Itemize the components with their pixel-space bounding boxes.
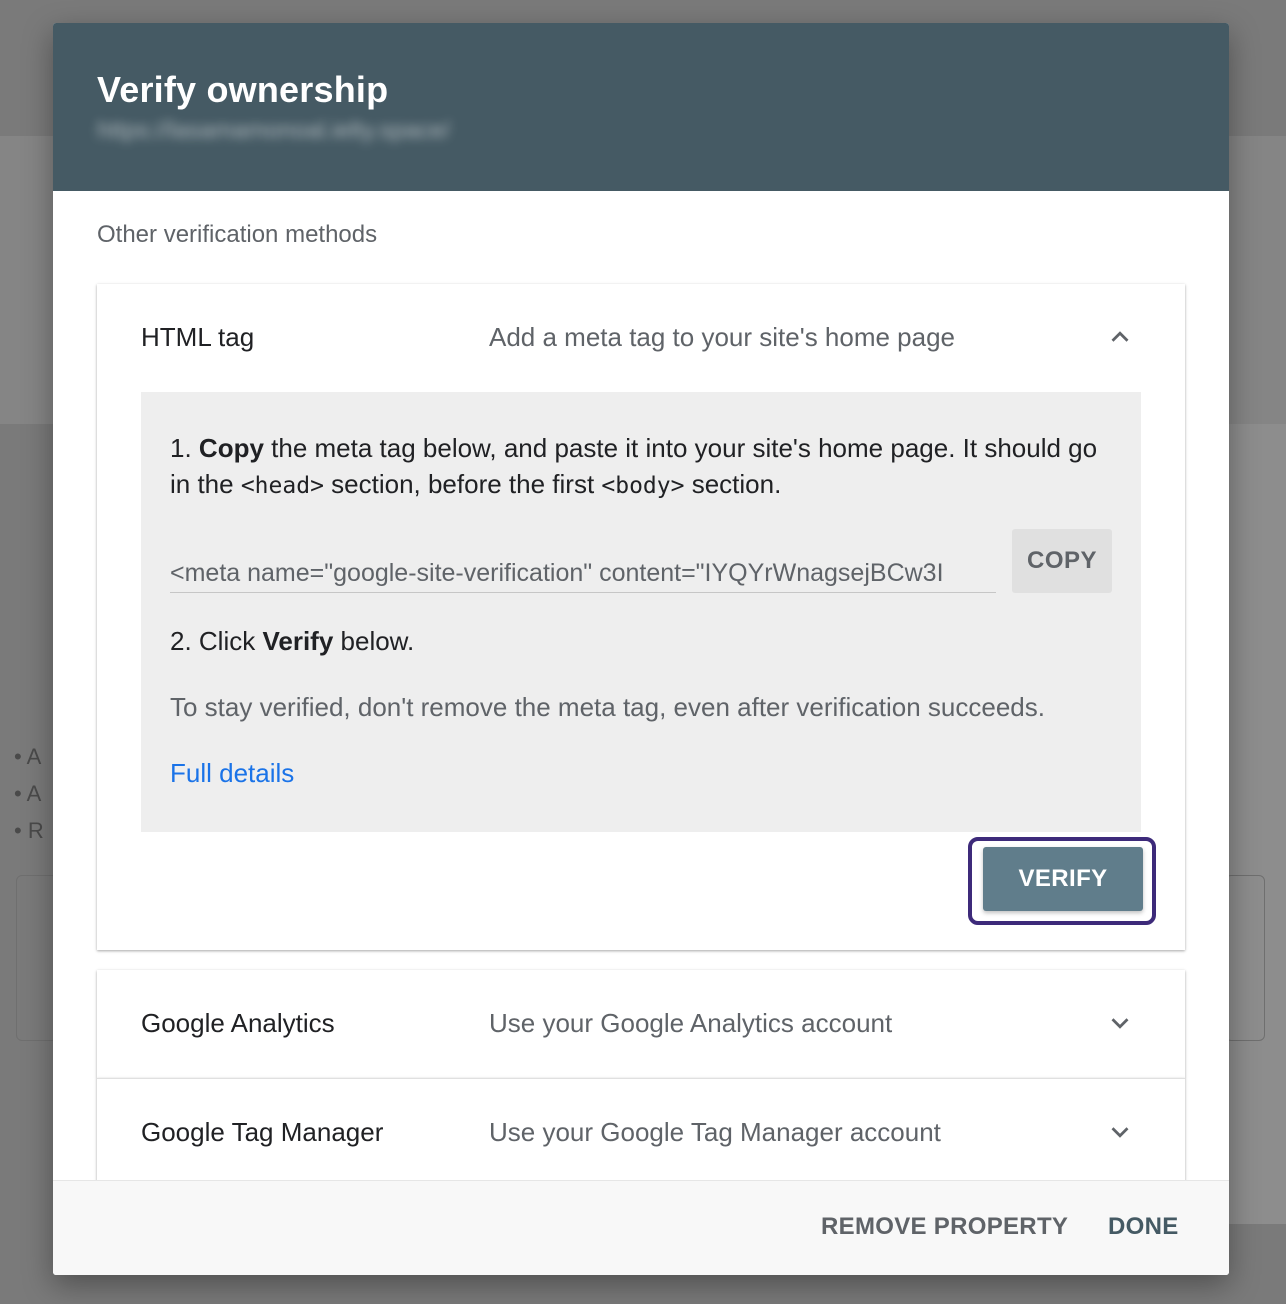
instructions-panel: 1. Copy the meta tag below, and paste it… xyxy=(141,392,1141,832)
verification-note: To stay verified, don't remove the meta … xyxy=(170,692,1045,722)
background-panel xyxy=(1229,424,1286,1224)
dialog-title: Verify ownership xyxy=(97,69,389,110)
remove-property-button[interactable]: REMOVE PROPERTY xyxy=(821,1213,1068,1241)
background-bullet: • A xyxy=(14,744,42,769)
chevron-down-icon[interactable] xyxy=(1105,1117,1135,1147)
full-details-link[interactable]: Full details xyxy=(170,758,294,789)
verify-button[interactable]: VERIFY xyxy=(983,847,1143,911)
method-description: Use your Google Tag Manager account xyxy=(489,1117,941,1147)
background-bullet: • R xyxy=(14,818,44,843)
method-name[interactable]: HTML tag xyxy=(141,322,254,353)
meta-tag-field[interactable] xyxy=(170,554,996,593)
chevron-up-icon[interactable] xyxy=(1105,322,1135,352)
method-name: Google Tag Manager xyxy=(141,1117,384,1147)
step-2-text: 2. Click Verify below. xyxy=(170,626,415,656)
dialog-footer: REMOVE PROPERTY DONE xyxy=(53,1180,1229,1275)
method-description[interactable]: Add a meta tag to your site's home page xyxy=(489,322,955,353)
verify-ownership-dialog: Verify ownership https://lasamamonoal.ie… xyxy=(53,23,1229,1275)
copy-button[interactable]: COPY xyxy=(1012,529,1112,593)
step-1-text: 1. Copy the meta tag below, and paste it… xyxy=(170,433,1098,499)
section-label: Other verification methods xyxy=(97,221,378,248)
method-card-html-tag: HTML tag Add a meta tag to your site's h… xyxy=(97,284,1185,950)
property-url: https://lasamamonoal.ielty.space/ xyxy=(97,117,451,144)
method-description: Use your Google Analytics account xyxy=(489,1008,893,1038)
done-button[interactable]: DONE xyxy=(1108,1213,1179,1241)
dialog-header: Verify ownership https://lasamamonoal.ie… xyxy=(53,23,1229,191)
background-card xyxy=(16,875,58,1041)
method-card-google-analytics[interactable]: Google Analytics Use your Google Analyti… xyxy=(97,970,1185,1078)
chevron-down-icon[interactable] xyxy=(1105,1008,1135,1038)
background-bullet: • A xyxy=(14,781,42,806)
method-name: Google Analytics xyxy=(141,1008,335,1038)
background-bullet-list: • A • A • R xyxy=(14,738,54,849)
background-card xyxy=(1225,875,1265,1041)
